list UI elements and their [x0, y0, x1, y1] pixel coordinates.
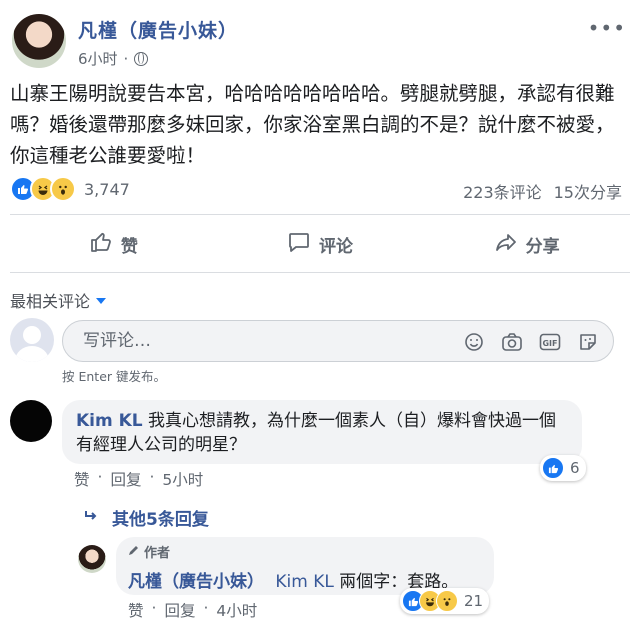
author-tag-label: 作者 — [144, 546, 171, 561]
emoji-icon[interactable] — [463, 331, 485, 353]
post-text: 山寨王陽明說要告本宮，哈哈哈哈哈哈哈哈。劈腿就劈腿，承認有很難嗎？婚後還帶那麼多… — [10, 82, 615, 167]
more-replies-label: 其他5条回复 — [112, 510, 209, 530]
author-avatar[interactable] — [12, 14, 66, 68]
reply-arrow-icon — [84, 508, 98, 528]
reply-author-avatar[interactable] — [78, 545, 106, 573]
composer-hint: 按 Enter 键发布。 — [62, 369, 166, 384]
post-meta: 6小时 · — [78, 48, 149, 69]
post-stats: 223条评论 15次分享 — [463, 179, 622, 203]
comment-input[interactable] — [81, 330, 445, 352]
like-label: 赞 — [120, 236, 138, 257]
sticker-icon[interactable] — [577, 331, 599, 353]
mention-link[interactable]: Kim KL — [275, 572, 333, 592]
wow-reaction-icon — [436, 590, 458, 612]
reply-reaction-badge[interactable]: 21 — [400, 588, 490, 614]
more-options-icon[interactable]: ••• — [588, 16, 626, 40]
reaction-summary[interactable]: 3,747 — [10, 176, 130, 202]
speech-bubble-icon — [287, 230, 311, 259]
divider — [10, 214, 630, 215]
share-label: 分享 — [525, 236, 560, 257]
camera-icon[interactable] — [501, 331, 523, 353]
globe-icon[interactable] — [134, 51, 149, 66]
thumbs-up-icon — [89, 230, 113, 259]
wow-reaction-icon — [50, 176, 76, 202]
post-actions: 赞 评论 分享 — [10, 222, 630, 266]
reaction-count: 3,747 — [84, 179, 130, 199]
gif-icon[interactable]: GIF — [539, 331, 561, 353]
current-user-avatar — [10, 318, 54, 362]
divider — [10, 272, 630, 273]
comment-time[interactable]: 5小时 — [162, 468, 203, 490]
share-arrow-icon — [494, 230, 518, 259]
caret-down-icon — [96, 298, 107, 304]
comment-reply-link[interactable]: 回复 — [110, 468, 141, 490]
svg-text:GIF: GIF — [542, 339, 557, 348]
comment-text: 我真心想請教，為什麼一個素人（自）爆料會快過一個有經理人公司的明星？ — [76, 411, 557, 455]
comment-label: 评论 — [319, 236, 353, 257]
reply-meta: 赞 · 回复 · 4小时 — [128, 599, 258, 621]
reply-reply-link[interactable]: 回复 — [164, 599, 195, 621]
comment-like-link[interactable]: 赞 — [74, 468, 90, 490]
comment-reaction-count: 6 — [570, 459, 580, 477]
author-tag: 作者 — [128, 542, 482, 561]
pencil-icon — [128, 544, 140, 560]
post-author-name[interactable]: 凡槿（廣告小妹） — [78, 16, 238, 43]
like-reaction-icon — [542, 457, 564, 479]
comment-meta: 赞 · 回复 · 5小时 — [74, 468, 204, 490]
reply-author-name[interactable]: 凡槿（廣告小妹） — [128, 572, 264, 592]
reply-bubble: 作者 凡槿（廣告小妹） Kim KL 兩個字：套路。 — [116, 537, 494, 595]
more-replies-link[interactable]: 其他5条回复 — [84, 505, 209, 530]
like-button[interactable]: 赞 — [10, 222, 217, 266]
comment-reaction-badge[interactable]: 6 — [540, 455, 586, 481]
reply-reaction-count: 21 — [464, 592, 484, 610]
comment-count[interactable]: 223条评论 — [463, 179, 542, 203]
commenter-name[interactable]: Kim KL — [76, 411, 143, 431]
reply-time[interactable]: 4小时 — [216, 599, 257, 621]
comment-button[interactable]: 评论 — [217, 222, 424, 266]
sort-label: 最相关评论 — [10, 292, 91, 311]
share-button[interactable]: 分享 — [423, 222, 630, 266]
commenter-avatar[interactable] — [10, 400, 52, 442]
comment-sort-dropdown[interactable]: 最相关评论 — [10, 288, 107, 312]
post-time[interactable]: 6小时 — [78, 48, 118, 69]
comment-composer[interactable]: GIF — [62, 320, 614, 362]
share-count[interactable]: 15次分享 — [554, 179, 622, 203]
comment-bubble: Kim KL 我真心想請教，為什麼一個素人（自）爆料會快過一個有經理人公司的明星… — [62, 400, 582, 464]
reply-like-link[interactable]: 赞 — [128, 599, 144, 621]
